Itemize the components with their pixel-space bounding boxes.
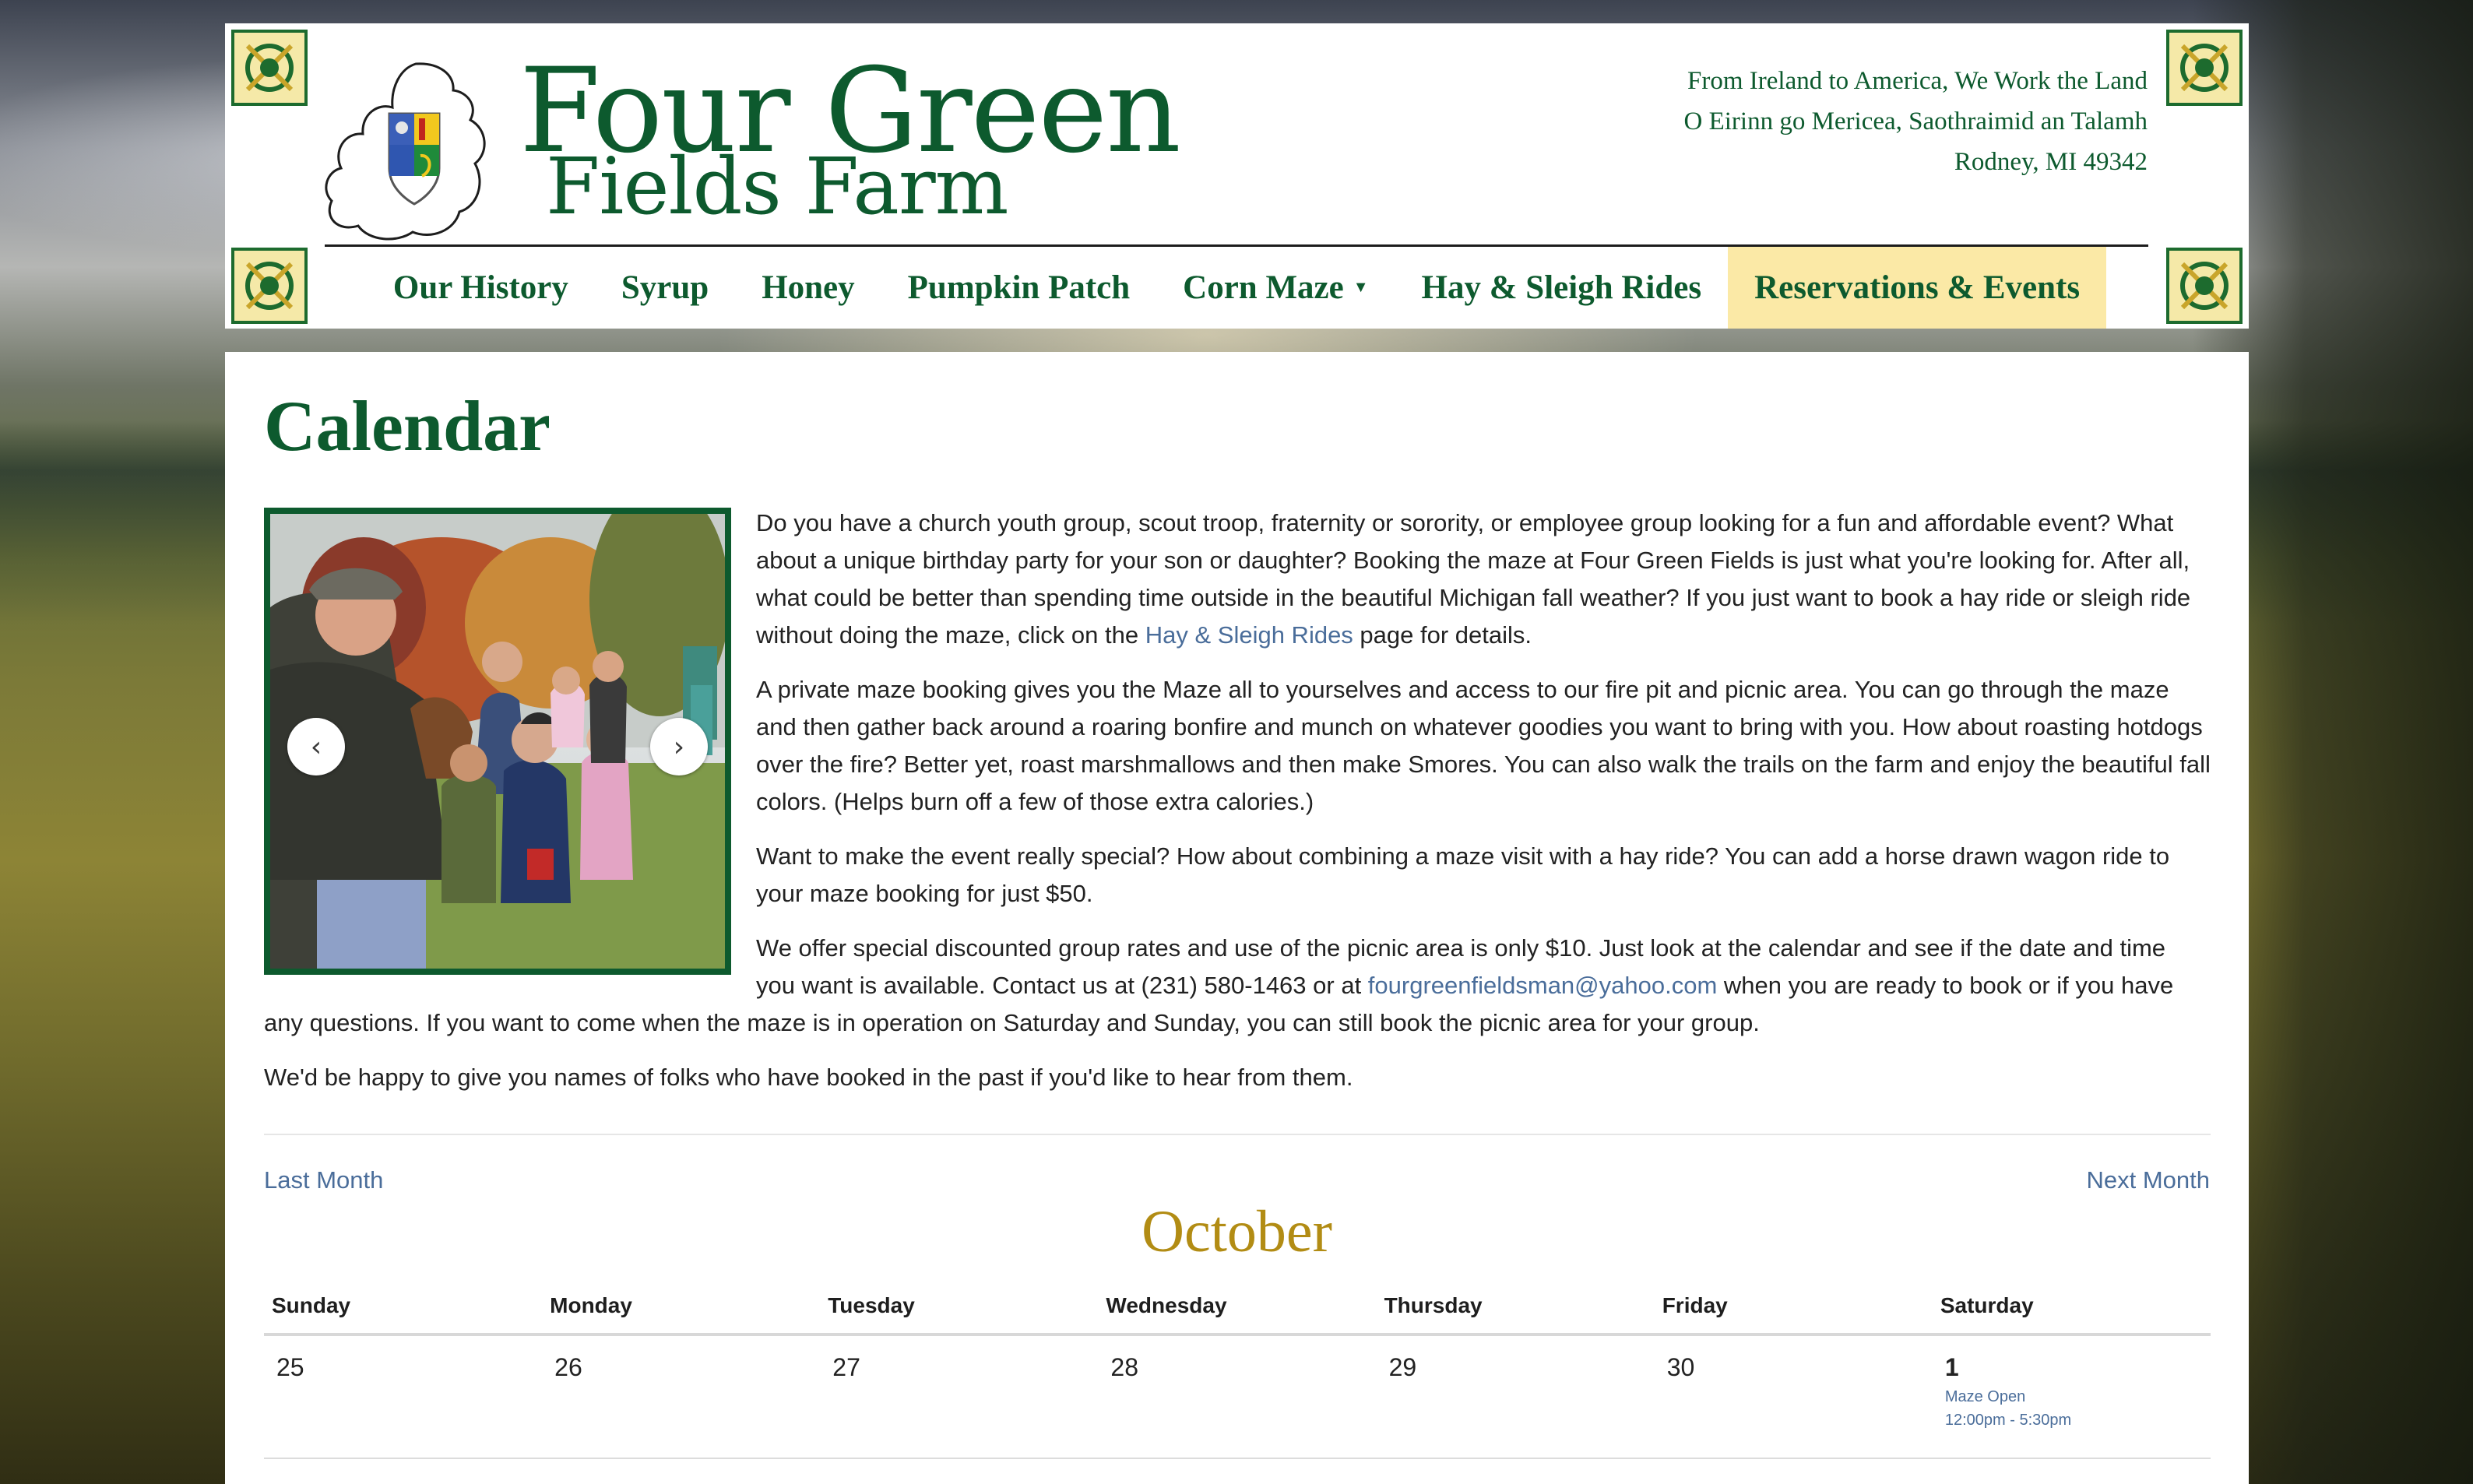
- celtic-knot-corner-icon: [231, 30, 308, 106]
- calendar-day-cell[interactable]: 28: [1098, 1336, 1376, 1459]
- nav-item-pumpkin-patch[interactable]: Pumpkin Patch: [881, 247, 1157, 329]
- celtic-knot-corner-icon: [2166, 30, 2243, 106]
- tagline-irish: O Eirinn go Mericea, Saothraimid an Tala…: [1683, 107, 2148, 135]
- nav-item-hay-sleigh-rides[interactable]: Hay & Sleigh Rides: [1395, 247, 1729, 329]
- weekday-label: Saturday: [1940, 1293, 2034, 1317]
- weekday-label: Friday: [1662, 1293, 1728, 1317]
- day-number: 26: [554, 1353, 582, 1381]
- day-number: 25: [276, 1353, 304, 1381]
- chevron-right-icon: ›: [673, 730, 685, 763]
- brand-name-line2[interactable]: Fields Farm: [546, 140, 1008, 234]
- nav-item-corn-maze-label: Corn Maze: [1183, 269, 1344, 306]
- main-nav: Our History Syrup Honey Pumpkin Patch Co…: [325, 247, 2148, 329]
- paragraph: We'd be happy to give you names of folks…: [264, 1064, 1353, 1091]
- day-number: 30: [1666, 1353, 1695, 1381]
- celtic-knot-corner-icon: [2166, 248, 2243, 324]
- tagline-location: Rodney, MI 49342: [1954, 148, 2148, 176]
- hay-sleigh-rides-link[interactable]: Hay & Sleigh Rides: [1145, 621, 1353, 649]
- tagline-english: From Ireland to America, We Work the Lan…: [1687, 67, 2148, 95]
- calendar-event-time[interactable]: 12:00pm - 5:30pm: [1945, 1409, 2211, 1431]
- nav-item-honey[interactable]: Honey: [735, 247, 881, 329]
- site-header: Four Green Fields Farm From Ireland to A…: [225, 23, 2249, 329]
- email-link[interactable]: fourgreenfieldsman@yahoo.com: [1368, 972, 1718, 999]
- day-number: 29: [1388, 1353, 1417, 1381]
- calendar-day-cell[interactable]: 30: [1655, 1336, 1933, 1459]
- calendar-day-cell[interactable]: 27: [820, 1336, 1098, 1459]
- calendar-day-cell[interactable]: 1 Maze Open 12:00pm - 5:30pm: [1933, 1336, 2211, 1459]
- day-number: 28: [1110, 1353, 1139, 1381]
- nav-item-corn-maze[interactable]: Corn Maze ▼: [1156, 247, 1395, 329]
- nav-item-reservations-events[interactable]: Reservations & Events: [1728, 247, 2107, 329]
- day-number: 27: [832, 1353, 860, 1381]
- chevron-left-icon: ‹: [310, 730, 322, 763]
- main-content: Calendar Do you have a church youth grou…: [225, 352, 2249, 1484]
- calendar-event-title[interactable]: Maze Open: [1945, 1386, 2211, 1408]
- calendar-day-cell[interactable]: 29: [1377, 1336, 1655, 1459]
- weekday-label: Monday: [550, 1293, 632, 1317]
- ireland-crest-logo[interactable]: [322, 59, 494, 246]
- weekday-label: Wednesday: [1106, 1293, 1227, 1317]
- section-divider: [264, 1134, 2211, 1135]
- calendar-month-title: October: [1142, 1199, 1332, 1264]
- weekday-label: Thursday: [1384, 1293, 1483, 1317]
- calendar-weekday-header: Sunday Monday Tuesday Wednesday Thursday…: [264, 1286, 2211, 1325]
- nav-item-syrup[interactable]: Syrup: [595, 247, 735, 329]
- next-month-link[interactable]: Next Month: [2086, 1165, 2210, 1196]
- last-month-link[interactable]: Last Month: [264, 1165, 383, 1196]
- calendar-week-row: 25 26 27 28 29 30 1 Maze Open 12:00pm - …: [264, 1336, 2211, 1459]
- page-title: Calendar: [264, 386, 551, 466]
- carousel-prev-button[interactable]: ‹: [287, 718, 345, 775]
- day-number: 1: [1944, 1353, 1959, 1381]
- carousel-next-button[interactable]: ›: [650, 718, 708, 775]
- photo-carousel[interactable]: ‹ ›: [264, 508, 731, 975]
- weekday-label: Sunday: [272, 1293, 351, 1317]
- calendar-day-cell[interactable]: 26: [542, 1336, 820, 1459]
- celtic-knot-corner-icon: [231, 248, 308, 324]
- calendar-day-cell[interactable]: 25: [264, 1336, 542, 1459]
- nav-item-our-history[interactable]: Our History: [367, 247, 595, 329]
- header-tagline: From Ireland to America, We Work the Lan…: [1684, 61, 2148, 182]
- calendar-row-rule: [264, 1458, 2211, 1459]
- caret-down-icon: ▼: [1353, 279, 1369, 296]
- weekday-label: Tuesday: [828, 1293, 915, 1317]
